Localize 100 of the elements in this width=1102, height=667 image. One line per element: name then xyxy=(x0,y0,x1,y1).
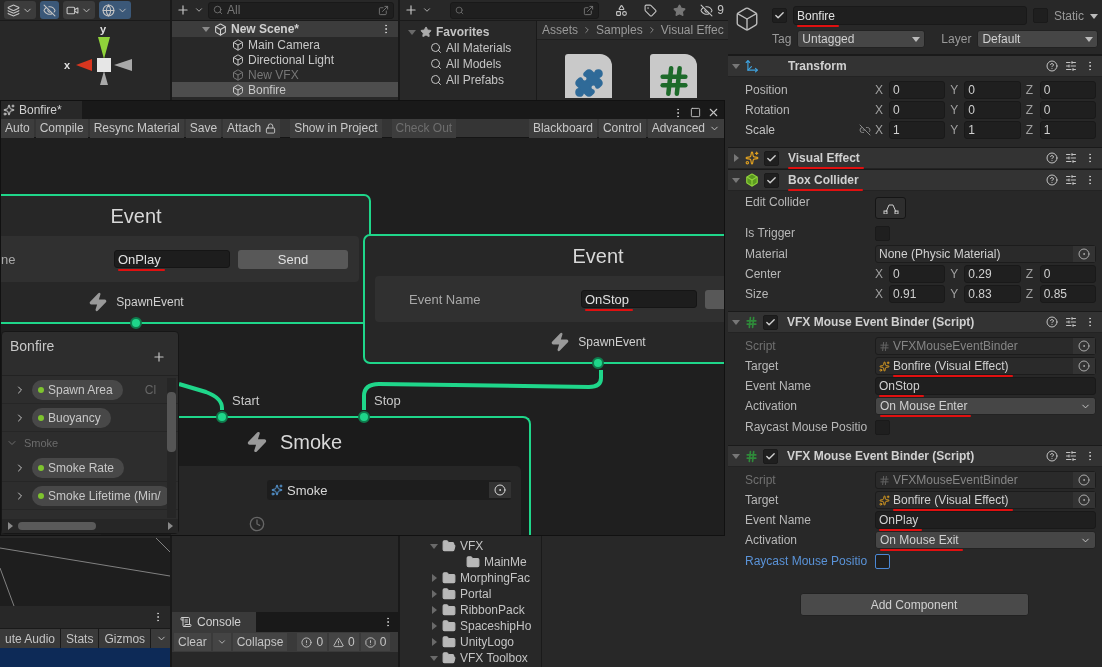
scene-tool-button[interactable] xyxy=(99,1,131,19)
number-field[interactable]: 0 xyxy=(1039,101,1096,119)
help-icon[interactable] xyxy=(1046,174,1058,186)
sliders-icon[interactable] xyxy=(1065,60,1077,72)
favorite-item[interactable]: All Materials xyxy=(400,40,536,56)
component-header[interactable]: VFX Mouse Event Binder (Script) xyxy=(726,445,1102,467)
event-name-field[interactable]: OnStop xyxy=(581,290,697,308)
add-component-button[interactable]: Add Component xyxy=(799,593,1029,616)
collapsed-arrow-icon[interactable] xyxy=(430,590,438,598)
favorites-header[interactable]: Favorites xyxy=(400,24,536,40)
window-tab[interactable]: Bonfire* xyxy=(1,101,82,119)
breadcrumb-link[interactable]: Visual Effec xyxy=(660,23,724,37)
number-field[interactable]: 0.83 xyxy=(964,285,1021,303)
port-dot[interactable] xyxy=(358,411,370,423)
breadcrumb-link[interactable]: Samples xyxy=(596,23,643,37)
add-icon[interactable] xyxy=(176,3,190,17)
popout-icon[interactable] xyxy=(378,4,389,16)
script-file-icon[interactable] xyxy=(650,54,697,98)
number-field[interactable]: 1 xyxy=(889,121,946,139)
name-field[interactable]: Bonfire xyxy=(793,6,1027,25)
folder-item[interactable]: MorphingFac xyxy=(400,570,541,586)
checkbox[interactable] xyxy=(875,553,890,569)
add-icon[interactable] xyxy=(152,350,166,364)
object-field[interactable]: Bonfire (Visual Effect) xyxy=(875,491,1096,509)
collapsed-arrow-icon[interactable] xyxy=(430,574,438,582)
folder-item[interactable]: Portal xyxy=(400,586,541,602)
collapsed-arrow-icon[interactable] xyxy=(430,638,438,646)
eye-off-icon[interactable] xyxy=(700,3,714,17)
scene-toolbar-button[interactable]: Stats xyxy=(61,629,100,648)
unlinked-icon[interactable] xyxy=(859,124,871,136)
hierarchy-item[interactable]: Directional Light xyxy=(172,52,398,67)
collapse-button[interactable]: Collapse xyxy=(232,633,288,651)
caret-icon[interactable] xyxy=(422,5,432,15)
shapes-icon[interactable] xyxy=(615,3,629,17)
sliders-icon[interactable] xyxy=(1065,152,1077,164)
scene-tool-button[interactable] xyxy=(40,1,59,19)
expanded-arrow-icon[interactable] xyxy=(1090,11,1098,20)
caret-icon[interactable] xyxy=(216,637,227,647)
toolbar-button[interactable]: Auto xyxy=(1,118,34,138)
help-icon[interactable] xyxy=(1046,60,1058,72)
popout-icon[interactable] xyxy=(583,4,595,16)
property-pill[interactable]: Spawn Area xyxy=(32,379,123,400)
number-field[interactable]: 0 xyxy=(1039,265,1096,283)
component-header[interactable]: Visual Effect xyxy=(726,147,1102,169)
log-count-toggle[interactable]: 0 xyxy=(329,633,359,651)
favorite-item[interactable]: All Models xyxy=(400,56,536,72)
collapsed-arrow-icon[interactable] xyxy=(732,154,740,162)
property-pill[interactable]: Smoke Rate xyxy=(32,457,125,478)
folder-item[interactable]: VFX Toolbox xyxy=(400,650,541,666)
sliders-icon[interactable] xyxy=(1065,316,1077,328)
text-field[interactable]: OnPlay xyxy=(875,511,1096,529)
edit-collider-button[interactable] xyxy=(875,197,906,219)
checkbox[interactable] xyxy=(763,314,778,330)
help-icon[interactable] xyxy=(1046,316,1058,328)
scrollbar[interactable] xyxy=(167,378,176,518)
component-header[interactable]: Box Collider xyxy=(726,169,1102,191)
hierarchy-item[interactable]: Bonfire xyxy=(172,82,398,97)
number-field[interactable]: 0.29 xyxy=(964,265,1021,283)
object-field[interactable]: None (Physic Material) xyxy=(875,245,1096,263)
log-count-toggle[interactable]: 0 xyxy=(360,633,391,651)
number-field[interactable]: 1 xyxy=(1039,121,1096,139)
number-field[interactable]: 0.91 xyxy=(889,285,946,303)
hierarchy-item[interactable]: Main Camera xyxy=(172,37,398,52)
collapsed-arrow-icon[interactable] xyxy=(430,606,438,614)
dropdown[interactable]: On Mouse Exit xyxy=(875,531,1096,549)
number-field[interactable]: 0.85 xyxy=(1039,285,1096,303)
help-icon[interactable] xyxy=(1046,450,1058,462)
puzzle-file-icon[interactable] xyxy=(565,54,612,98)
event-node[interactable]: Event Event Name OnStop SpawnEvent xyxy=(363,234,724,364)
number-field[interactable]: 0 xyxy=(889,81,946,99)
tag-dropdown[interactable]: Untagged xyxy=(797,30,926,48)
sliders-icon[interactable] xyxy=(1065,450,1077,462)
port-dot[interactable] xyxy=(216,411,228,423)
send-button[interactable]: Send xyxy=(238,249,348,269)
number-field[interactable]: 0 xyxy=(964,81,1021,99)
folder-item[interactable]: UnityLogo xyxy=(400,634,541,650)
component-header[interactable]: VFX Mouse Event Binder (Script) xyxy=(726,311,1102,333)
event-node[interactable]: Event ne OnPlay Send SpawnEvent xyxy=(1,194,371,324)
star-icon[interactable] xyxy=(673,3,687,17)
folder-item[interactable]: SpaceshipHo xyxy=(400,618,541,634)
checkbox[interactable] xyxy=(764,172,779,188)
scene-tool-button[interactable] xyxy=(4,1,36,19)
add-icon[interactable] xyxy=(404,3,418,17)
number-field[interactable]: 0 xyxy=(964,101,1021,119)
number-field[interactable]: 0 xyxy=(889,265,946,283)
folder-item[interactable]: VFX xyxy=(400,538,541,554)
help-icon[interactable] xyxy=(1046,152,1058,164)
number-field[interactable]: 0 xyxy=(1039,81,1096,99)
target-icon[interactable] xyxy=(1078,360,1090,372)
collapsed-arrow-icon[interactable] xyxy=(430,622,438,630)
text-field[interactable]: OnStop xyxy=(875,377,1096,395)
log-count-toggle[interactable]: 0 xyxy=(297,633,328,651)
component-header[interactable]: Transform xyxy=(726,55,1102,77)
scene-header[interactable]: New Scene* xyxy=(172,21,398,37)
collapsed-arrow-icon[interactable] xyxy=(166,522,174,530)
checkbox[interactable] xyxy=(764,150,779,166)
folder-item[interactable]: MainMe xyxy=(400,554,541,570)
search-field[interactable]: All xyxy=(208,1,394,19)
collapsed-arrow-icon[interactable] xyxy=(6,522,14,530)
scene-toolbar-button[interactable]: ute Audio xyxy=(0,629,62,648)
